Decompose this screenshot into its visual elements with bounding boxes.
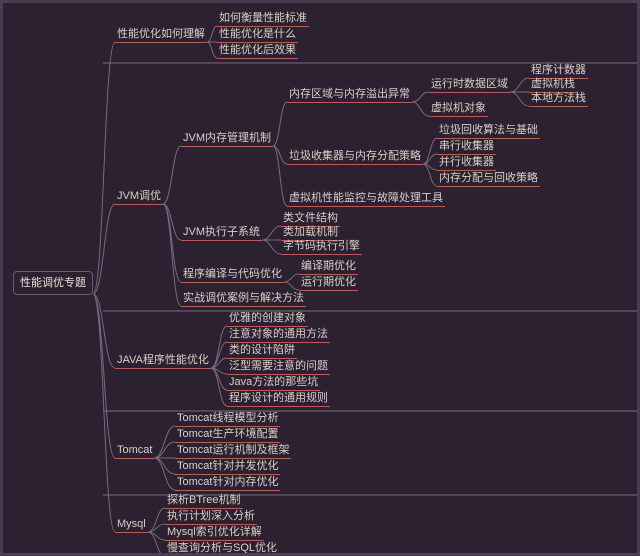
- node-d2[interactable]: Tomcat生产环境配置: [175, 427, 280, 443]
- node-c6[interactable]: 程序设计的通用规则: [227, 391, 330, 407]
- node-b123[interactable]: 并行收集器: [437, 155, 496, 171]
- node-b121[interactable]: 垃圾回收算法与基础: [437, 123, 540, 139]
- node-c4[interactable]: 泛型需要注意的问题: [227, 359, 330, 375]
- node-d[interactable]: Tomcat: [115, 443, 154, 459]
- root-node[interactable]: 性能调优专题: [13, 271, 93, 295]
- node-b2[interactable]: JVM执行子系统: [181, 225, 262, 241]
- node-c1[interactable]: 优雅的创建对象: [227, 311, 308, 327]
- node-d3[interactable]: Tomcat运行机制及框架: [175, 443, 291, 459]
- node-c[interactable]: JAVA程序性能优化: [115, 353, 211, 369]
- node-b111[interactable]: 运行时数据区域: [429, 77, 510, 93]
- node-d1[interactable]: Tomcat线程模型分析: [175, 411, 280, 427]
- node-b124[interactable]: 内存分配与回收策略: [437, 171, 540, 187]
- node-b4[interactable]: 实战调优案例与解决方法: [181, 291, 306, 307]
- node-b3[interactable]: 程序编译与代码优化: [181, 267, 284, 283]
- node-b32[interactable]: 运行期优化: [299, 275, 358, 291]
- node-e2[interactable]: 执行计划深入分析: [165, 509, 257, 525]
- node-b11[interactable]: 内存区域与内存溢出异常: [287, 87, 412, 103]
- node-c5[interactable]: Java方法的那些坑: [227, 375, 320, 391]
- node-d4[interactable]: Tomcat针对并发优化: [175, 459, 280, 475]
- node-a3[interactable]: 性能优化后效果: [217, 43, 298, 59]
- node-d5[interactable]: Tomcat针对内存优化: [175, 475, 280, 491]
- node-b13[interactable]: 虚拟机性能监控与故障处理工具: [287, 191, 445, 207]
- node-e3[interactable]: Mysql索引优化详解: [165, 525, 264, 541]
- node-c3[interactable]: 类的设计陷阱: [227, 343, 297, 359]
- node-b31[interactable]: 编译期优化: [299, 259, 358, 275]
- node-e[interactable]: Mysql: [115, 517, 148, 533]
- node-b1[interactable]: JVM内存管理机制: [181, 131, 273, 147]
- node-a2[interactable]: 性能优化是什么: [217, 27, 298, 43]
- node-b[interactable]: JVM调优: [115, 189, 163, 205]
- node-e1[interactable]: 探析BTree机制: [165, 493, 243, 509]
- node-b12[interactable]: 垃圾收集器与内存分配策略: [287, 149, 423, 165]
- node-b23[interactable]: 字节码执行引擎: [281, 239, 362, 255]
- node-c2[interactable]: 注意对象的通用方法: [227, 327, 330, 343]
- mindmap-canvas: { "root": {"id":"r","text":"性能调优专题","x":…: [0, 0, 640, 556]
- node-b1113[interactable]: 本地方法栈: [529, 91, 588, 107]
- node-a[interactable]: 性能优化如何理解: [115, 27, 207, 43]
- node-b112[interactable]: 虚拟机对象: [429, 101, 488, 117]
- node-b122[interactable]: 串行收集器: [437, 139, 496, 155]
- node-e4[interactable]: 慢查询分析与SQL优化: [165, 541, 279, 556]
- node-a1[interactable]: 如何衡量性能标准: [217, 11, 309, 27]
